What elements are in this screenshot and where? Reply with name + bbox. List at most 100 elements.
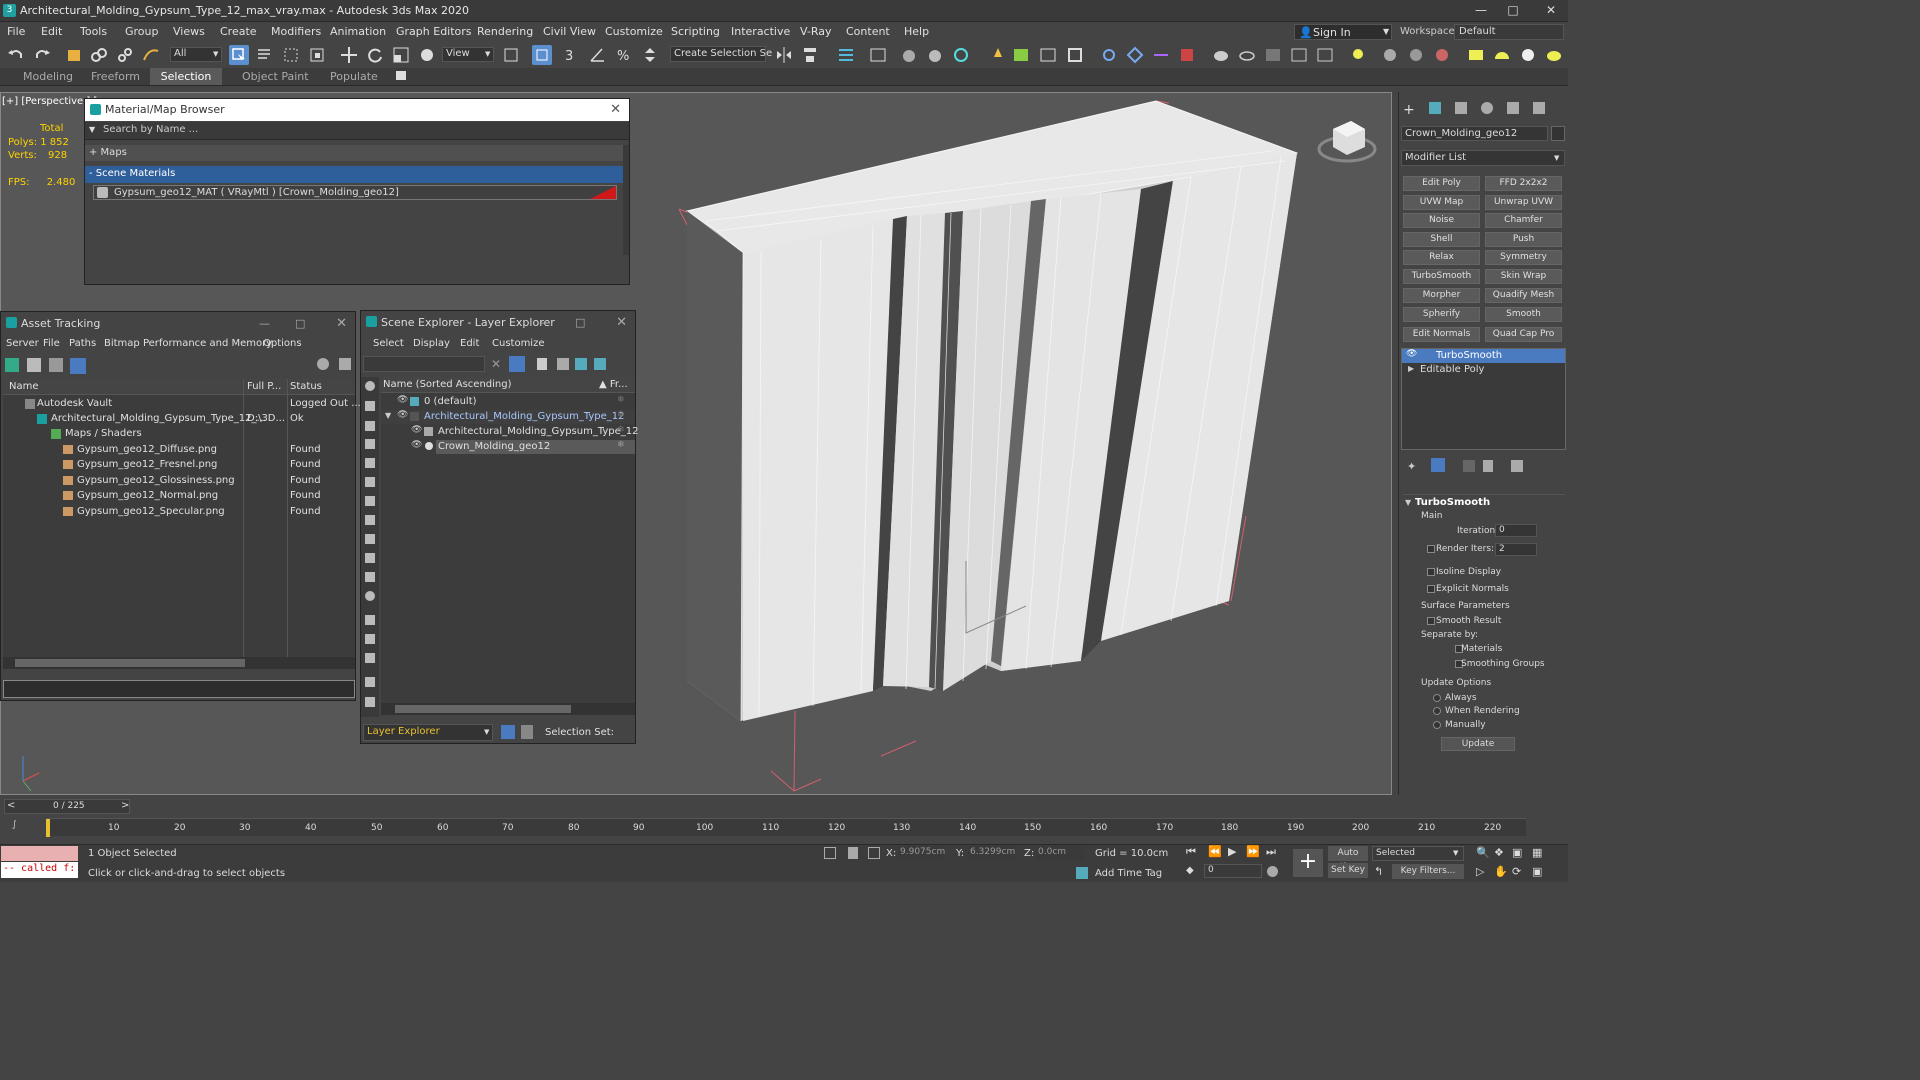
orbit-icon[interactable]: ⟳ [1512, 865, 1521, 878]
y-coord-field[interactable]: 6.3299cm [968, 846, 1016, 860]
smooth-button[interactable]: Smooth [1485, 307, 1562, 322]
menu-display[interactable]: Display [413, 338, 450, 349]
freeze-icon[interactable]: ❄ [617, 440, 625, 450]
help-icon[interactable] [317, 358, 329, 370]
isolate-selection-icon[interactable] [824, 847, 836, 859]
align-icon[interactable] [800, 45, 820, 65]
make-unique-icon[interactable] [1463, 460, 1475, 472]
add-time-tag[interactable]: Add Time Tag [1095, 868, 1162, 879]
funnel-icon-2[interactable] [365, 697, 375, 707]
set-key-button[interactable]: Set Key [1328, 863, 1368, 878]
vray-cloud-icon[interactable] [1237, 45, 1257, 65]
clear-search-icon[interactable]: ✕ [491, 357, 501, 371]
scale-icon[interactable] [391, 45, 411, 65]
quad-cap-pro-button[interactable]: Quad Cap Pro [1485, 327, 1562, 342]
display-cameras-icon[interactable] [365, 458, 375, 468]
display-helpers-icon[interactable] [365, 477, 375, 487]
rollout-title[interactable]: TurboSmooth [1415, 497, 1490, 508]
render-iters-spinner[interactable]: 2 [1495, 543, 1537, 556]
collapse-icon[interactable]: ▼ [1405, 498, 1411, 507]
show-end-result-icon[interactable] [1431, 458, 1445, 472]
vray-grid-icon-2[interactable] [1315, 45, 1335, 65]
maximize-viewport-icon[interactable]: ▣ [1532, 865, 1542, 878]
current-frame-field[interactable]: 0 [1204, 864, 1262, 878]
close-icon[interactable]: ✕ [616, 311, 627, 335]
selected-set-dropdown[interactable]: Selected ▼ [1372, 846, 1464, 861]
redo-icon[interactable] [32, 45, 52, 65]
tree-row-layer-molding[interactable]: ▼ 👁 Architectural_Molding_Gypsum_Type_12… [381, 410, 635, 424]
display-last-icon[interactable] [365, 653, 375, 663]
display-lights-icon[interactable] [365, 439, 375, 449]
vray-icon-4[interactable] [1177, 45, 1197, 65]
render-iterative-icon[interactable] [1065, 45, 1085, 65]
explicit-normals-checkbox[interactable] [1427, 585, 1435, 593]
vray-icon-2[interactable] [1125, 45, 1145, 65]
refresh-icon[interactable] [5, 358, 19, 372]
window-crossing-icon[interactable] [307, 45, 327, 65]
move-icon[interactable] [339, 45, 359, 65]
menu-modifiers[interactable]: Modifiers [271, 25, 321, 38]
freeze-icon[interactable]: ❄ [617, 395, 625, 405]
motion-tab-icon[interactable] [1481, 102, 1493, 114]
vray-dome-icon[interactable] [1492, 45, 1512, 65]
curve-editor-mini-icon[interactable]: ∫ [12, 820, 17, 830]
chevron-down-icon[interactable]: ▼ [89, 125, 95, 134]
hierarchy-mode-icon[interactable] [521, 725, 533, 739]
menu-paths[interactable]: Paths [69, 338, 96, 349]
render-setup-icon[interactable] [988, 45, 1008, 65]
update-button[interactable]: Update [1441, 737, 1515, 751]
skin-wrap-button[interactable]: Skin Wrap [1485, 269, 1562, 284]
table-row[interactable]: Gypsum_geo12_Diffuse.png Found [3, 443, 355, 458]
display-frozen-icon[interactable] [365, 615, 375, 625]
manually-radio[interactable] [1433, 721, 1441, 729]
material-editor-icon[interactable] [951, 45, 971, 65]
vray-sphere-light-icon[interactable] [1518, 45, 1538, 65]
previous-frame-icon[interactable]: ⏪ [1208, 845, 1222, 858]
menu-vray[interactable]: V-Ray [800, 25, 832, 38]
smooth-result-checkbox[interactable] [1427, 617, 1435, 625]
tab-freeform[interactable]: Freeform [91, 70, 140, 83]
edit-normals-button[interactable]: Edit Normals [1403, 327, 1480, 342]
set-key-big-button[interactable]: + [1293, 849, 1323, 877]
table-row[interactable]: Gypsum_geo12_Normal.png Found [3, 489, 355, 504]
zoom-icon[interactable]: 🔍 [1476, 846, 1490, 859]
rectangular-selection-icon[interactable] [281, 45, 301, 65]
selection-lock-icon[interactable] [848, 847, 858, 859]
goto-end-icon[interactable]: ⏭ [1266, 845, 1276, 859]
create-tab-icon[interactable]: + [1403, 102, 1417, 118]
stack-item-editable-poly[interactable]: ▶ Editable Poly [1402, 363, 1565, 377]
zoom-extents-all-icon[interactable]: ▦ [1532, 846, 1542, 859]
display-containers-icon[interactable] [365, 572, 375, 582]
toggle-ribbon-icon[interactable] [868, 45, 888, 65]
unwrap-uvw-button[interactable]: Unwrap UVW [1485, 195, 1562, 210]
menu-tools[interactable]: Tools [80, 25, 107, 38]
spinner-snap-icon[interactable] [640, 45, 660, 65]
zoom-all-icon[interactable]: ❖ [1494, 846, 1504, 859]
grid-view-icon[interactable] [70, 358, 86, 374]
utilities-tab-icon[interactable] [1533, 102, 1545, 114]
object-name-field[interactable]: Crown_Molding_geo12 [1401, 126, 1548, 141]
col-name[interactable]: Name [9, 381, 39, 392]
display-shapes-icon[interactable] [365, 421, 375, 431]
workspaces-dropdown[interactable]: Default [1454, 24, 1564, 40]
ribbon-options-icon[interactable] [396, 71, 406, 80]
when-rendering-radio[interactable] [1433, 707, 1441, 715]
select-manipulate-icon[interactable] [532, 45, 552, 65]
time-slider-next-icon[interactable]: > [121, 800, 129, 811]
auto-key-button[interactable]: Auto Key [1328, 846, 1368, 872]
vray-mesh-light-icon[interactable] [1544, 45, 1564, 65]
display-groups-icon[interactable] [365, 515, 375, 525]
vray-icon-1[interactable] [1099, 45, 1119, 65]
key-filters-button[interactable]: Key Filters... [1392, 864, 1464, 879]
placement-icon[interactable] [417, 45, 437, 65]
tab-populate[interactable]: Populate [330, 70, 378, 83]
display-bones-icon[interactable] [365, 553, 375, 563]
menu-graph-editors[interactable]: Graph Editors [396, 25, 472, 38]
menu-interactive[interactable]: Interactive [731, 25, 790, 38]
undo-icon[interactable] [6, 45, 26, 65]
pivot-center-icon[interactable] [501, 45, 521, 65]
pin-stack-icon[interactable]: ✦ [1407, 460, 1416, 473]
menu-content[interactable]: Content [846, 25, 890, 38]
menu-edit[interactable]: Edit [460, 338, 479, 349]
push-button[interactable]: Push [1485, 232, 1562, 247]
